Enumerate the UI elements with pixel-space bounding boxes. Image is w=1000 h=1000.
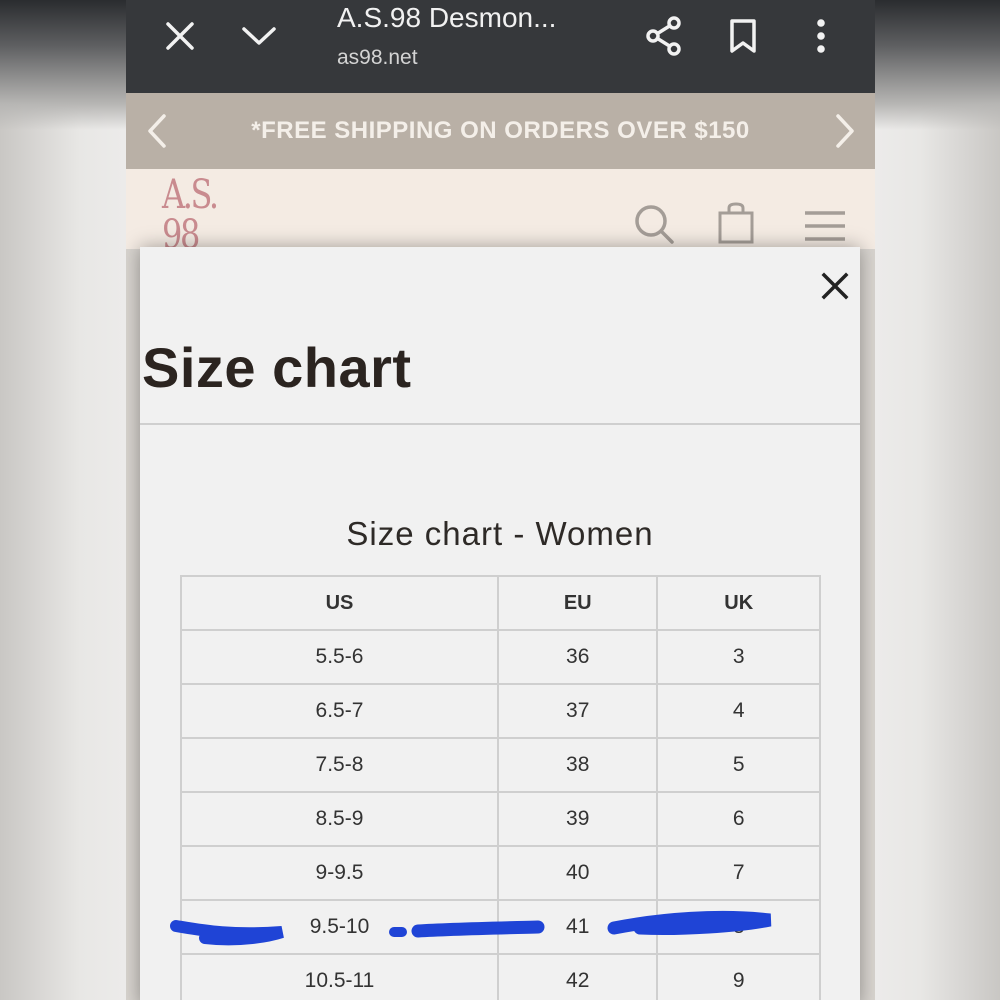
modal-title: Size chart xyxy=(142,336,412,399)
table-row-highlighted: 9.5-10 41 8 xyxy=(180,899,821,955)
phone-screen: A.S.98 Desmon... as98.net *FREE SHIPPING… xyxy=(126,0,875,1000)
table-cell: 39 xyxy=(496,791,659,847)
chevron-down-icon[interactable] xyxy=(239,16,279,56)
share-icon[interactable] xyxy=(644,16,684,56)
shopping-bag-icon[interactable] xyxy=(718,202,754,248)
page-url[interactable]: as98.net xyxy=(337,46,418,70)
table-cell: 7 xyxy=(656,845,821,901)
table-cell: 38 xyxy=(496,737,659,793)
modal-close-icon[interactable] xyxy=(820,271,850,301)
divider xyxy=(140,423,860,425)
menu-icon[interactable] xyxy=(804,210,846,246)
table-cell: 6 xyxy=(656,791,821,847)
table-row: 6.5-7 37 4 xyxy=(180,683,821,739)
table-cell: 9 xyxy=(656,953,821,1000)
close-icon[interactable] xyxy=(160,16,200,56)
announcement-bar: *FREE SHIPPING ON ORDERS OVER $150 xyxy=(126,93,875,169)
table-cell: 6.5-7 xyxy=(180,683,499,739)
announcement-text: *FREE SHIPPING ON ORDERS OVER $150 xyxy=(251,117,750,144)
table-cell: 7.5-8 xyxy=(180,737,499,793)
table-cell: 5 xyxy=(656,737,821,793)
site-header: A.S. 98 xyxy=(126,169,875,249)
table-cell: 10.5-11 xyxy=(180,953,499,1000)
table-row: 7.5-8 38 5 xyxy=(180,737,821,793)
table-cell: 8.5-9 xyxy=(180,791,499,847)
more-vert-icon[interactable] xyxy=(801,16,841,56)
table-cell: 4 xyxy=(656,683,821,739)
table-row: 9-9.5 40 7 xyxy=(180,845,821,901)
table-cell: 36 xyxy=(496,629,659,685)
table-cell: 37 xyxy=(496,683,659,739)
table-header-row: US EU UK xyxy=(180,575,821,631)
table-cell: 40 xyxy=(496,845,659,901)
search-icon[interactable] xyxy=(633,203,675,249)
size-chart-modal: Size chart Size chart - Women US EU UK 5… xyxy=(140,247,860,1000)
table-cell: 5.5-6 xyxy=(180,629,499,685)
table-row: 10.5-11 42 9 xyxy=(180,953,821,1000)
table-cell: 3 xyxy=(656,629,821,685)
brand-logo[interactable]: A.S. 98 xyxy=(162,175,219,249)
chevron-right-icon[interactable] xyxy=(826,113,862,149)
column-header: EU xyxy=(496,575,659,631)
table-cell: 9.5-10 xyxy=(180,899,499,955)
table-row: 8.5-9 39 6 xyxy=(180,791,821,847)
table-cell: 8 xyxy=(656,899,821,955)
browser-toolbar: A.S.98 Desmon... as98.net xyxy=(126,0,875,93)
column-header: UK xyxy=(656,575,821,631)
table-row: 5.5-6 36 3 xyxy=(180,629,821,685)
table-caption: Size chart - Women xyxy=(346,515,654,552)
bookmark-icon[interactable] xyxy=(723,16,763,56)
page-title: A.S.98 Desmon... xyxy=(337,2,557,33)
table-cell: 9-9.5 xyxy=(180,845,499,901)
size-table: US EU UK 5.5-6 36 3 6.5-7 37 4 7.5-8 38 … xyxy=(180,575,821,1000)
chevron-left-icon[interactable] xyxy=(140,113,176,149)
table-cell: 41 xyxy=(496,899,659,955)
table-cell: 42 xyxy=(496,953,659,1000)
column-header: US xyxy=(180,575,499,631)
